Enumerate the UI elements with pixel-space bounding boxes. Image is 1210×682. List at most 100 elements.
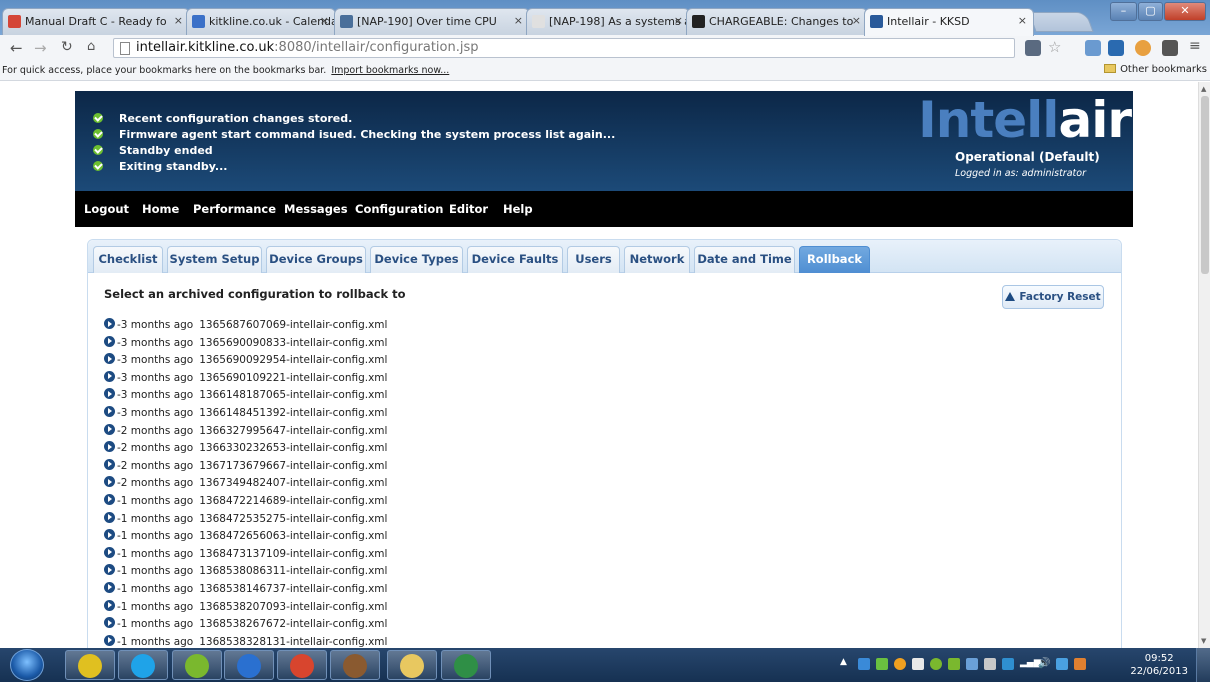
tray-icon-3[interactable]	[894, 658, 906, 670]
config-filename[interactable]: 1366148187065-intellair-config.xml	[199, 389, 387, 401]
flag-extension-icon[interactable]	[1025, 40, 1041, 56]
tray-icon-6[interactable]	[948, 658, 960, 670]
browser-tab[interactable]: kitkline.co.uk - Calendar ×	[186, 8, 336, 35]
volume-icon[interactable]: 🔊	[1038, 658, 1050, 670]
menu-item-help[interactable]: Help	[503, 202, 533, 216]
config-rollback-item[interactable]: -3 months ago 1365687607069-intellair-con…	[104, 318, 387, 336]
tab-checklist[interactable]: Checklist	[93, 246, 163, 273]
tray-icon-13[interactable]	[1074, 658, 1086, 670]
play-circle-icon[interactable]	[104, 335, 115, 347]
taskbar-app[interactable]	[277, 650, 327, 680]
config-filename[interactable]: 1366327995647-intellair-config.xml	[199, 425, 387, 437]
scroll-down-icon[interactable]: ▼	[1201, 637, 1206, 645]
taskbar-app[interactable]	[224, 650, 274, 680]
menu-item-home[interactable]: Home	[142, 202, 179, 216]
config-filename[interactable]: 1368538267672-intellair-config.xml	[199, 618, 387, 630]
config-filename[interactable]: 1368538207093-intellair-config.xml	[199, 601, 387, 613]
play-circle-icon[interactable]	[104, 458, 115, 470]
menu-item-performance[interactable]: Performance	[193, 202, 276, 216]
config-rollback-item[interactable]: -2 months ago 1366327995647-intellair-con…	[104, 423, 387, 442]
config-filename[interactable]: 1367173679667-intellair-config.xml	[199, 460, 387, 472]
browser-tab[interactable]: Intellair - KKSD ×	[864, 8, 1034, 36]
close-window-button[interactable]: ✕	[1164, 2, 1206, 21]
browser-tab[interactable]: CHARGEABLE: Changes to ×	[686, 8, 868, 35]
extension-icon-3[interactable]	[1135, 40, 1151, 56]
bluetooth-icon[interactable]	[966, 658, 978, 670]
config-rollback-item[interactable]: -3 months ago 1365690092954-intellair-con…	[104, 353, 387, 371]
config-filename[interactable]: 1368538086311-intellair-config.xml	[199, 565, 387, 577]
scroll-up-icon[interactable]: ▲	[1201, 85, 1206, 93]
config-filename[interactable]: 1368538328131-intellair-config.xml	[199, 636, 387, 648]
tray-icon-2[interactable]	[876, 658, 888, 670]
config-filename[interactable]: 1368538146737-intellair-config.xml	[199, 583, 387, 595]
config-rollback-item[interactable]: -1 months ago 1368472656063-intellair-con…	[104, 529, 387, 547]
config-rollback-item[interactable]: -3 months ago 1365690109221-intellair-con…	[104, 370, 387, 389]
tray-icon-12[interactable]	[1056, 658, 1068, 670]
tab-system-setup[interactable]: System Setup	[167, 246, 262, 273]
play-circle-icon[interactable]	[104, 370, 115, 382]
taskbar-app[interactable]	[330, 650, 380, 680]
play-circle-icon[interactable]	[104, 476, 115, 488]
play-circle-icon[interactable]	[104, 634, 115, 646]
flag-icon[interactable]	[912, 658, 924, 670]
home-icon[interactable]: ⌂	[87, 39, 95, 54]
menu-item-configuration[interactable]: Configuration	[355, 202, 443, 216]
config-rollback-item[interactable]: -3 months ago 1366148451392-intellair-con…	[104, 405, 387, 424]
play-circle-icon[interactable]	[104, 423, 115, 435]
network-icon[interactable]: ▂▄▆	[1020, 658, 1041, 670]
minimize-button[interactable]: –	[1110, 2, 1137, 21]
config-rollback-item[interactable]: -3 months ago 1365690090833-intellair-con…	[104, 335, 387, 354]
close-tab-icon[interactable]: ×	[320, 14, 329, 27]
config-rollback-item[interactable]: -2 months ago 1367173679667-intellair-con…	[104, 458, 387, 477]
taskbar-app[interactable]	[387, 650, 437, 680]
play-circle-icon[interactable]	[104, 617, 115, 629]
play-circle-icon[interactable]	[104, 405, 115, 417]
play-circle-icon[interactable]	[104, 511, 115, 523]
config-rollback-item[interactable]: -1 months ago 1368538328131-intellair-con…	[104, 634, 387, 648]
system-clock[interactable]: 09:52 22/06/2013	[1130, 652, 1188, 678]
play-circle-icon[interactable]	[104, 353, 115, 365]
config-rollback-item[interactable]: -1 months ago 1368473137109-intellair-con…	[104, 546, 387, 565]
close-tab-icon[interactable]: ×	[1018, 14, 1027, 27]
config-rollback-item[interactable]: -1 months ago 1368538146737-intellair-con…	[104, 581, 387, 600]
menu-item-editor[interactable]: Editor	[449, 202, 488, 216]
page-scrollbar[interactable]: ▲ ▼	[1198, 82, 1210, 648]
tab-device-groups[interactable]: Device Groups	[266, 246, 366, 273]
tray-expand-icon[interactable]: ▲	[840, 657, 848, 669]
maximize-button[interactable]: ▢	[1138, 2, 1163, 21]
back-icon[interactable]: ←	[10, 39, 23, 57]
play-circle-icon[interactable]	[104, 441, 115, 453]
config-rollback-item[interactable]: -1 months ago 1368472214689-intellair-con…	[104, 493, 387, 512]
config-filename[interactable]: 1368472656063-intellair-config.xml	[199, 530, 387, 542]
play-circle-icon[interactable]	[104, 493, 115, 505]
config-filename[interactable]: 1368473137109-intellair-config.xml	[199, 548, 387, 560]
config-filename[interactable]: 1365687607069-intellair-config.xml	[199, 319, 387, 331]
close-tab-icon[interactable]: ×	[852, 14, 861, 27]
tab-device-types[interactable]: Device Types	[370, 246, 463, 273]
new-tab-button[interactable]	[1028, 12, 1094, 32]
other-bookmarks-button[interactable]: Other bookmarks	[1104, 64, 1207, 75]
forward-icon[interactable]: →	[34, 39, 47, 57]
play-circle-icon[interactable]	[104, 599, 115, 611]
extension-icon-4[interactable]	[1162, 40, 1178, 56]
config-filename[interactable]: 1368472214689-intellair-config.xml	[199, 495, 387, 507]
config-rollback-item[interactable]: -1 months ago 1368472535275-intellair-con…	[104, 511, 387, 530]
reload-icon[interactable]: ↻	[61, 39, 73, 55]
import-bookmarks-link[interactable]: Import bookmarks now...	[331, 65, 449, 76]
extension-icon-2[interactable]	[1108, 40, 1124, 56]
extension-icon[interactable]	[1085, 40, 1101, 56]
play-circle-icon[interactable]	[104, 546, 115, 558]
browser-tab[interactable]: [NAP-190] Over time CPU ×	[334, 8, 530, 35]
taskbar-app[interactable]	[65, 650, 115, 680]
menu-icon[interactable]: ≡	[1189, 38, 1205, 54]
tab-network[interactable]: Network	[624, 246, 690, 273]
config-rollback-item[interactable]: -3 months ago 1366148187065-intellair-con…	[104, 388, 387, 406]
play-circle-icon[interactable]	[104, 581, 115, 593]
play-circle-icon[interactable]	[104, 318, 115, 329]
close-tab-icon[interactable]: ×	[514, 14, 523, 27]
spotify-tray-icon[interactable]	[930, 658, 942, 670]
start-button[interactable]	[10, 649, 44, 681]
menu-item-messages[interactable]: Messages	[284, 202, 348, 216]
factory-reset-button[interactable]: Factory Reset	[1002, 285, 1104, 309]
browser-tab[interactable]: [NAP-198] As a systems a ×	[526, 8, 690, 35]
